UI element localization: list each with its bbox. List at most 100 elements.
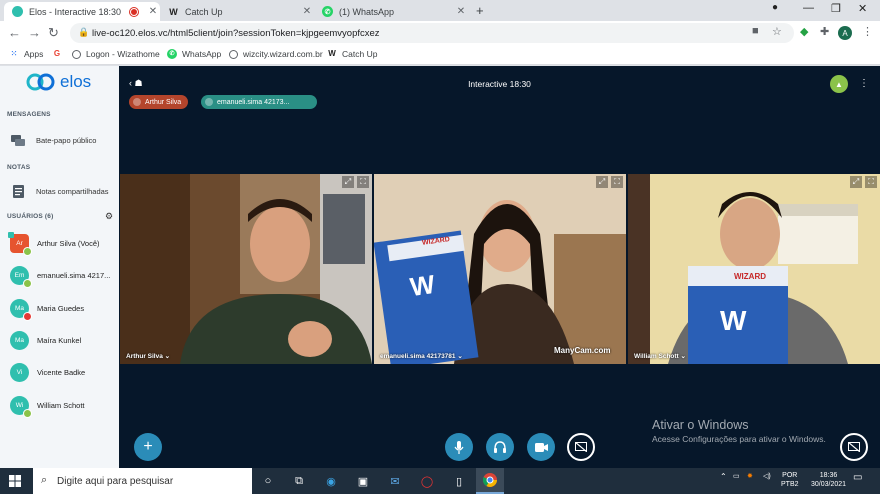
svg-text:W: W [720, 305, 747, 336]
camera-icon[interactable]: ■ [752, 25, 759, 37]
search-icon: ⌕ [41, 474, 48, 486]
camera-button[interactable] [527, 433, 555, 461]
cortana-icon[interactable]: ○ [259, 472, 277, 490]
chevron-down-icon: ⌄ [680, 353, 686, 360]
new-tab-icon[interactable]: + [476, 3, 484, 18]
tab-elos[interactable]: Elos - Interactive 18:30 ✕ [4, 2, 160, 21]
pin-video-icon[interactable]: ⤢ [596, 176, 608, 188]
user-list-item[interactable]: Vi Vicente Badke [10, 363, 85, 382]
screen: Elos - Interactive 18:30 ✕ W Catch Up ✕ … [0, 0, 880, 494]
bookmark-label: wizcity.wizard.com.br [243, 49, 323, 59]
close-tab-icon[interactable]: ✕ [300, 6, 314, 17]
audio-button[interactable] [486, 433, 514, 461]
users-settings-gear-icon[interactable]: ⚙ [105, 211, 113, 222]
fullscreen-icon[interactable]: ⛶ [357, 176, 369, 188]
sidebar: elos MENSAGENS Bate-papo público NOTAS N… [0, 66, 119, 468]
microphone-button[interactable] [445, 433, 473, 461]
avatar: Em [10, 266, 32, 288]
bookmark-google[interactable]: G [52, 49, 67, 59]
wizard-w-icon: W [328, 49, 336, 58]
bookmark-wizcity[interactable]: wizcity.wizard.com.br [229, 49, 323, 59]
store-icon[interactable]: ▣ [354, 472, 372, 490]
pin-video-icon[interactable]: ⤢ [342, 176, 354, 188]
chrome-taskbar-icon[interactable] [476, 468, 504, 494]
browser-tab-strip: Elos - Interactive 18:30 ✕ W Catch Up ✕ … [0, 0, 880, 21]
svg-text:W: W [408, 269, 437, 302]
tray-app-icon[interactable]: ✸ [747, 472, 753, 480]
user-name: William Schott [37, 401, 85, 410]
microphone-status-icon [23, 247, 32, 256]
opera-icon[interactable]: ◯ [418, 472, 436, 490]
presentation-toggle-button[interactable] [840, 433, 868, 461]
close-tab-icon[interactable]: ✕ [454, 6, 468, 17]
elos-logo: elos [26, 72, 91, 92]
connection-status-icon[interactable]: ▲ [830, 75, 848, 93]
video-tile[interactable]: Arthur Silva ⌄ ⤢ ⛶ [120, 174, 372, 364]
user-list-item[interactable]: Ma Maria Guedes [10, 299, 84, 321]
profile-avatar[interactable]: A [838, 26, 852, 40]
video-feed-emanueli: W [374, 174, 626, 364]
shared-notes-item[interactable]: Notas compartilhadas [10, 185, 109, 198]
presentation-off-icon [848, 442, 860, 452]
close-tab-icon[interactable]: ✕ [146, 6, 160, 17]
tray-device-icon[interactable]: ▭ [733, 472, 740, 480]
language-indicator[interactable]: POR PTB2 [781, 471, 799, 489]
minimize-icon[interactable]: — [803, 2, 814, 14]
clock[interactable]: 18:36 30/03/2021 [811, 471, 846, 489]
video-tile[interactable]: W WIZARD William Schott ⌄ ⤢ ⛶ [628, 174, 880, 364]
screen-share-button[interactable] [567, 433, 595, 461]
messages-header: MENSAGENS [7, 111, 51, 118]
user-list-item[interactable]: Ma Maíra Kunkel [10, 331, 81, 350]
bookmark-star-icon[interactable]: ☆ [772, 25, 782, 38]
fullscreen-icon[interactable]: ⛶ [611, 176, 623, 188]
reload-icon[interactable]: ↻ [48, 25, 59, 41]
user-list-item[interactable]: Wi William Schott [10, 396, 85, 418]
browser-menu-icon[interactable]: ⋮ [862, 25, 873, 38]
video-camera-icon [534, 442, 548, 452]
headphones-icon [494, 441, 506, 453]
address-bar[interactable]: 🔒 live-oc120.elos.vc/html5client/join?se… [70, 23, 794, 43]
maximize-icon[interactable]: ❐ [831, 2, 841, 15]
close-window-icon[interactable]: ✕ [858, 2, 867, 15]
tab-whatsapp[interactable]: ✆ (1) WhatsApp ✕ [314, 2, 468, 21]
bookmark-wizathome[interactable]: Logon - Wizathome [72, 49, 160, 59]
actions-plus-button[interactable]: + [134, 433, 162, 461]
globe-icon [229, 49, 238, 59]
fullscreen-icon[interactable]: ⛶ [865, 176, 877, 188]
task-view-icon[interactable]: ⧉ [290, 472, 308, 490]
user-list-item[interactable]: Em emanueli.sima 4217... [10, 266, 110, 288]
user-list-item[interactable]: Ar Arthur Silva (Você) [8, 232, 100, 256]
bookmark-whatsapp[interactable]: ✆ WhatsApp [167, 49, 221, 59]
options-menu-icon[interactable]: ⋮ [859, 78, 869, 89]
clock-date: 30/03/2021 [811, 481, 847, 488]
video-name: Arthur Silva [126, 353, 163, 360]
tray-expand-icon[interactable]: ⌃ [720, 472, 727, 481]
puzzle-icon[interactable]: ✚ [820, 25, 829, 38]
chevron-down-icon: ⌄ [457, 353, 463, 360]
file-icon[interactable]: ▯ [450, 472, 468, 490]
bookmark-apps[interactable]: ⁙ Apps [9, 49, 44, 59]
media-control-icon[interactable]: ● [772, 2, 778, 13]
edge-icon[interactable]: ◉ [322, 472, 340, 490]
extension-icon[interactable]: ◆ [800, 25, 808, 38]
globe-icon [72, 49, 81, 59]
talker-name: emanueli.sima 42173... [217, 98, 290, 106]
elos-logo-icon [26, 73, 55, 91]
microphone-status-icon [23, 409, 32, 418]
back-icon[interactable]: ← [8, 25, 21, 40]
video-tile[interactable]: W WIZARD ManyCam.com emanueli.sima 42173… [374, 174, 626, 364]
windows-activation-title: Ativar o Windows [652, 418, 749, 432]
bookmark-catch-up[interactable]: W Catch Up [327, 49, 377, 59]
talker-name: Arthur Silva [145, 98, 182, 106]
pin-video-icon[interactable]: ⤢ [850, 176, 862, 188]
notifications-icon[interactable]: ▭ [853, 472, 862, 483]
volume-icon[interactable]: ◁) [763, 472, 771, 480]
windows-start-icon[interactable] [6, 472, 24, 490]
avatar-initials: Ma [14, 305, 25, 312]
forward-icon[interactable]: → [28, 25, 41, 40]
tab-catch-up[interactable]: W Catch Up ✕ [160, 2, 314, 21]
taskbar-search[interactable]: ⌕ Digite aqui para pesquisar [33, 468, 252, 494]
public-chat-item[interactable]: Bate-papo público [10, 134, 96, 147]
mail-icon[interactable]: ✉ [386, 472, 404, 490]
avatar: Ma [10, 331, 29, 350]
